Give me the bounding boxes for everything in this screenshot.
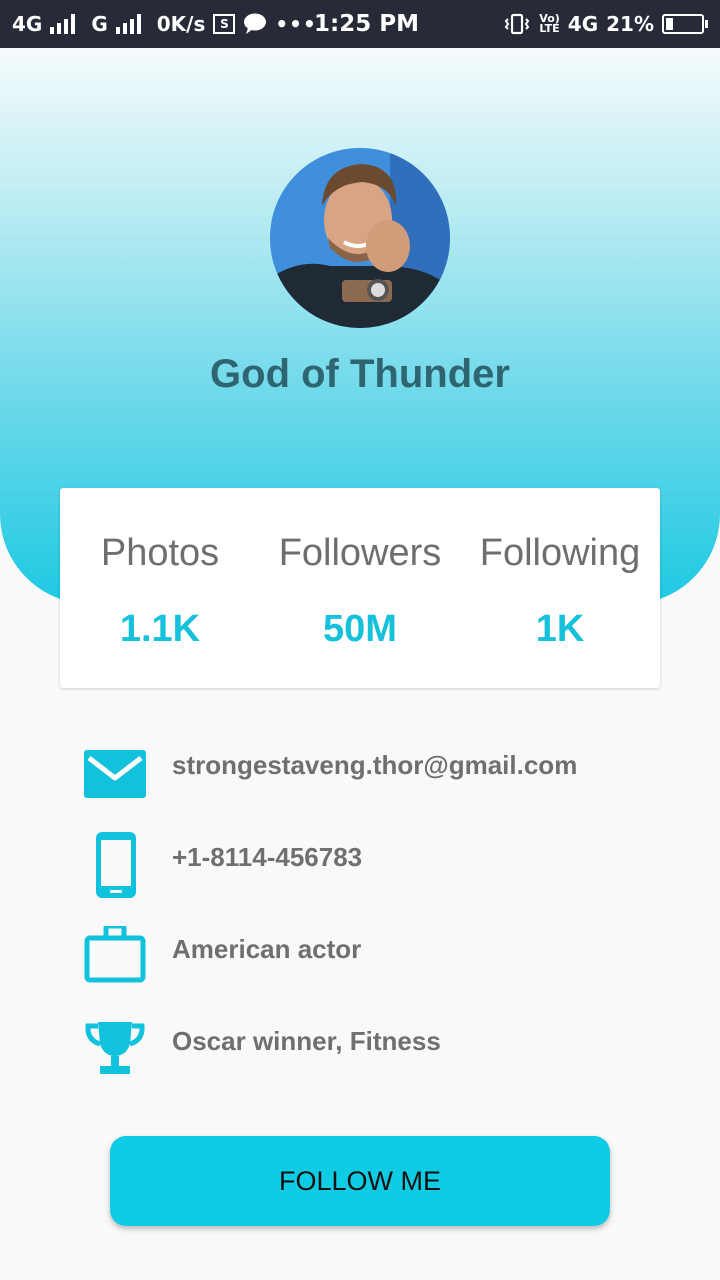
briefcase-icon <box>84 923 148 1004</box>
info-row-occupation[interactable]: American actor <box>84 923 684 1004</box>
chat-bubble-icon <box>244 13 267 34</box>
stat-followers[interactable]: Followers 50M <box>260 488 460 688</box>
phone-text: +1-8114-456783 <box>172 842 363 872</box>
stat-label: Followers <box>278 532 442 574</box>
email-icon <box>84 750 148 820</box>
battery-percent: 21% <box>606 12 654 36</box>
signal-bars-2-icon <box>115 14 141 34</box>
achievements-text: Oscar winner, Fitness <box>172 1026 441 1056</box>
profile-name: God of Thunder <box>210 352 510 396</box>
stat-label: Photos <box>100 532 220 574</box>
stat-following[interactable]: Following 1K <box>460 488 660 688</box>
stat-value: 1K <box>535 608 585 650</box>
volte-indicator: Vo) LTE <box>539 12 560 35</box>
status-right: Vo) LTE 4G 21% <box>503 0 708 48</box>
phone-icon <box>84 832 148 912</box>
stat-label: Following <box>479 532 641 574</box>
info-row-email[interactable]: strongestaveng.thor@gmail.com <box>84 750 684 820</box>
status-time: 1:25 PM <box>314 11 419 37</box>
network-type-1: 4G <box>12 12 43 36</box>
trophy-icon <box>84 1022 148 1096</box>
stats-card: Photos 1.1K Followers 50M Following 1K <box>60 488 660 688</box>
status-bar: 4G G 0K/s S ••• 1:25 PM Vo) LTE 4G 21% <box>0 0 720 48</box>
stat-value: 50M <box>323 608 397 650</box>
signal-bars-icon <box>50 14 76 34</box>
info-row-phone[interactable]: +1-8114-456783 <box>84 832 684 912</box>
sim-notification-icon: S <box>213 14 236 34</box>
stat-photos[interactable]: Photos 1.1K <box>60 488 260 688</box>
status-left: 4G G 0K/s S ••• <box>12 0 317 48</box>
follow-me-button[interactable]: FOLLOW ME <box>110 1136 610 1226</box>
email-text: strongestaveng.thor@gmail.com <box>172 750 578 780</box>
profile-avatar[interactable] <box>270 148 450 328</box>
avatar-image <box>270 148 450 328</box>
more-notifications: ••• <box>275 12 317 36</box>
network-type-3: 4G <box>567 12 599 36</box>
network-speed: 0K/s <box>156 12 206 36</box>
stat-value: 1.1K <box>119 608 201 650</box>
vibrate-icon <box>504 13 530 35</box>
occupation-text: American actor <box>172 934 362 964</box>
info-row-achievements[interactable]: Oscar winner, Fitness <box>84 1022 684 1096</box>
battery-icon <box>662 14 708 34</box>
network-type-2: G <box>91 12 108 36</box>
